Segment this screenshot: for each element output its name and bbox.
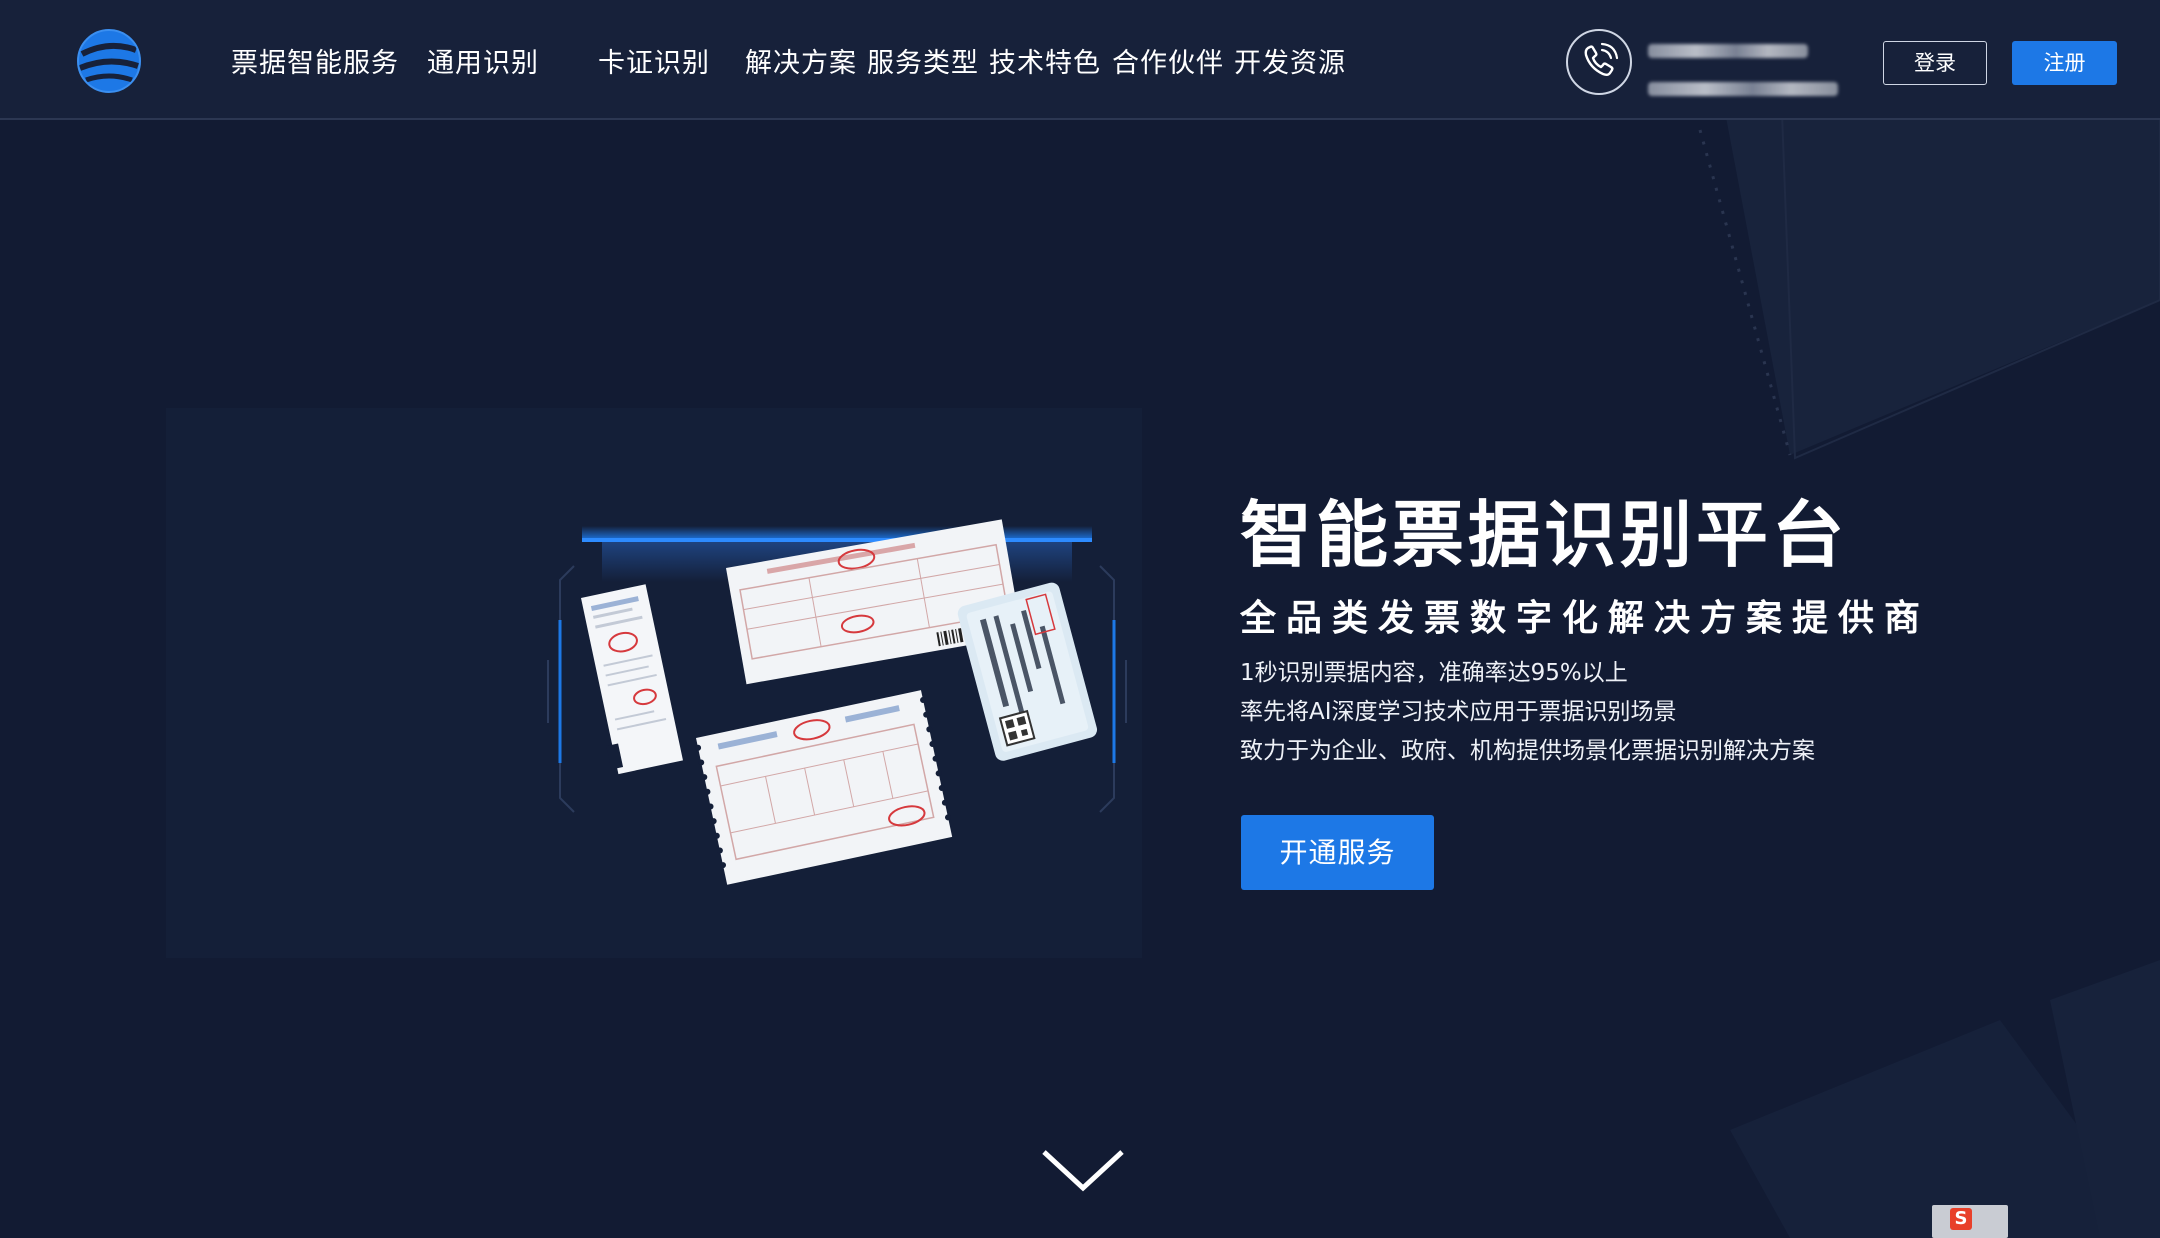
register-button[interactable]: 注册 <box>2012 41 2117 85</box>
hero-illustration-panel <box>166 408 1142 958</box>
nav-item-tech-features[interactable]: 技术特色 <box>989 44 1101 84</box>
contact-info-redacted <box>1648 44 1808 58</box>
widget-logo-icon: S <box>1950 1208 1972 1230</box>
hero-title: 智能票据识别平台 <box>1240 493 1849 577</box>
nav-item-general-recognition[interactable]: 通用识别 <box>427 44 539 84</box>
nav-item-partners[interactable]: 合作伙伴 <box>1112 44 1224 84</box>
nav-item-card-recognition[interactable]: 卡证识别 <box>598 44 710 84</box>
login-button[interactable]: 登录 <box>1883 41 1987 85</box>
hero-feature-line: 率先将AI深度学习技术应用于票据识别场景 <box>1240 699 1677 725</box>
globe-logo-icon[interactable] <box>74 26 144 96</box>
phone-icon[interactable] <box>1565 28 1633 96</box>
contact-info-redacted <box>1648 82 1838 96</box>
open-service-button[interactable]: 开通服务 <box>1241 815 1434 890</box>
nav-item-ticket-service[interactable]: 票据智能服务 <box>231 44 399 84</box>
chevron-down-icon[interactable] <box>1040 1146 1126 1194</box>
hero-feature-line: 致力于为企业、政府、机构提供场景化票据识别解决方案 <box>1240 738 1815 764</box>
top-navbar: 票据智能服务 通用识别 卡证识别 解决方案 服务类型 技术特色 合作伙伴 开发资… <box>0 0 2160 120</box>
hero-feature-line: 1秒识别票据内容，准确率达95%以上 <box>1240 660 1628 686</box>
nav-item-dev-resources[interactable]: 开发资源 <box>1234 44 1346 84</box>
nav-item-service-types[interactable]: 服务类型 <box>867 44 979 84</box>
hero-subtitle: 全品类发票数字化解决方案提供商 <box>1240 598 1931 639</box>
invoice-scan-illustration <box>547 519 1127 885</box>
nav-item-solutions[interactable]: 解决方案 <box>745 44 857 84</box>
